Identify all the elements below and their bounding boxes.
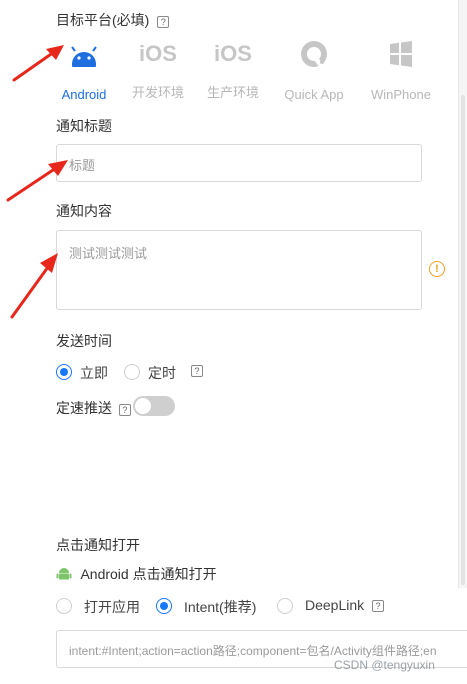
platform-ios-dev[interactable]: iOS 开发环境: [118, 38, 198, 100]
platform-ios-prod[interactable]: iOS 生产环境: [193, 38, 273, 100]
platform-label-android: Android: [61, 87, 107, 102]
help-icon[interactable]: ?: [372, 600, 384, 612]
notification-title-placeholder: 标题: [69, 158, 96, 173]
android-click-row: Android 点击通知打开: [56, 564, 217, 584]
platform-winphone[interactable]: WinPhone: [361, 38, 441, 102]
help-icon[interactable]: ?: [191, 365, 203, 377]
intent-label[interactable]: Intent(推荐): [184, 597, 256, 617]
notification-title-label: 通知标题: [56, 118, 112, 134]
target-platform-text: 目标平台(必填): [56, 12, 150, 28]
watermark: CSDN @tengyuxin: [334, 658, 435, 672]
notification-content-placeholder: 测试测试测试: [69, 246, 148, 261]
quickapp-icon: [301, 41, 328, 68]
rate-push-row: 定速推送 ?: [56, 398, 131, 418]
target-platform-label: 目标平台(必填) ?: [56, 10, 170, 30]
platform-label-ios-prod: 生产环境: [206, 85, 259, 100]
rate-push-label: 定速推送: [56, 400, 112, 416]
send-now-radio[interactable]: [56, 364, 72, 380]
send-time-label: 发送时间: [56, 333, 112, 349]
warning-icon: !: [429, 261, 445, 277]
send-scheduled-label[interactable]: 定时: [148, 363, 176, 383]
open-app-label[interactable]: 打开应用: [84, 597, 140, 617]
ios-icon: iOS: [214, 41, 252, 66]
ios-icon: iOS: [139, 41, 177, 66]
scrollbar[interactable]: [458, 0, 467, 588]
send-scheduled-radio[interactable]: [124, 364, 140, 380]
annotation-arrow-icon: [10, 253, 58, 319]
platform-label-quickapp: Quick App: [284, 87, 344, 102]
android-small-icon: [56, 568, 72, 580]
windows-icon: [390, 41, 412, 67]
rate-push-toggle[interactable]: [133, 396, 175, 416]
help-icon[interactable]: ?: [157, 16, 170, 28]
platform-label-ios-dev: 开发环境: [131, 85, 184, 100]
deeplink-radio[interactable]: [277, 598, 293, 614]
open-app-radio[interactable]: [56, 598, 72, 614]
intent-radio[interactable]: [156, 598, 172, 614]
notification-content-textarea[interactable]: 测试测试测试: [56, 230, 422, 310]
deeplink-label[interactable]: DeepLink: [305, 597, 364, 613]
intent-placeholder: intent:#Intent;action=action路径;component…: [69, 644, 437, 658]
annotation-arrow-icon: [6, 160, 68, 202]
send-now-label[interactable]: 立即: [80, 363, 108, 383]
click-action-label: 点击通知打开: [56, 537, 140, 553]
platform-label-winphone: WinPhone: [371, 87, 431, 102]
annotation-arrow-icon: [12, 45, 64, 82]
android-click-label: Android 点击通知打开: [80, 566, 217, 582]
platform-quickapp[interactable]: Quick App: [274, 38, 354, 102]
help-icon[interactable]: ?: [118, 404, 131, 416]
notification-title-input[interactable]: 标题: [56, 144, 422, 182]
